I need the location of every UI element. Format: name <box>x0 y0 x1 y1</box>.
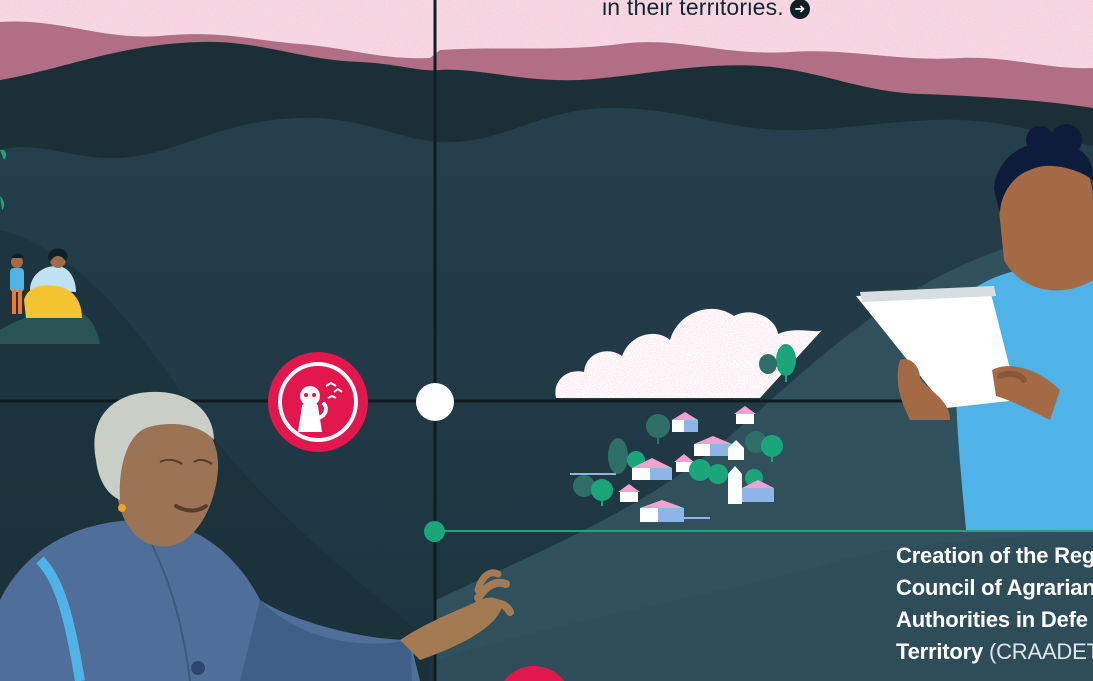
monkey-birds-icon <box>268 352 368 452</box>
arrow-right-circle-icon[interactable]: ➜ <box>789 0 810 19</box>
milestone-marker[interactable] <box>424 521 445 542</box>
milestone-line-2: Council of Agrarian <box>896 575 1093 600</box>
illustrated-timeline-scene: in their territories. ➜ Creation of the … <box>0 0 1093 681</box>
caption-text: in their territories. <box>602 0 784 20</box>
caption-fragment: in their territories. ➜ <box>602 0 810 21</box>
milestone-line-4: Territory (CRAADET <box>896 636 1093 668</box>
milestone-territory: Territory <box>896 639 984 664</box>
biodiversity-badge[interactable] <box>268 352 368 452</box>
timeline-node-current[interactable] <box>416 383 454 421</box>
milestone-title: Creation of the Reg Council of Agrarian … <box>896 540 1093 668</box>
tree <box>759 354 777 374</box>
milestone-abbreviation: (CRAADET <box>988 639 1093 664</box>
milestone-line-1: Creation of the Reg <box>896 543 1093 568</box>
milestone-line-3: Authorities in Defe <box>896 607 1088 632</box>
